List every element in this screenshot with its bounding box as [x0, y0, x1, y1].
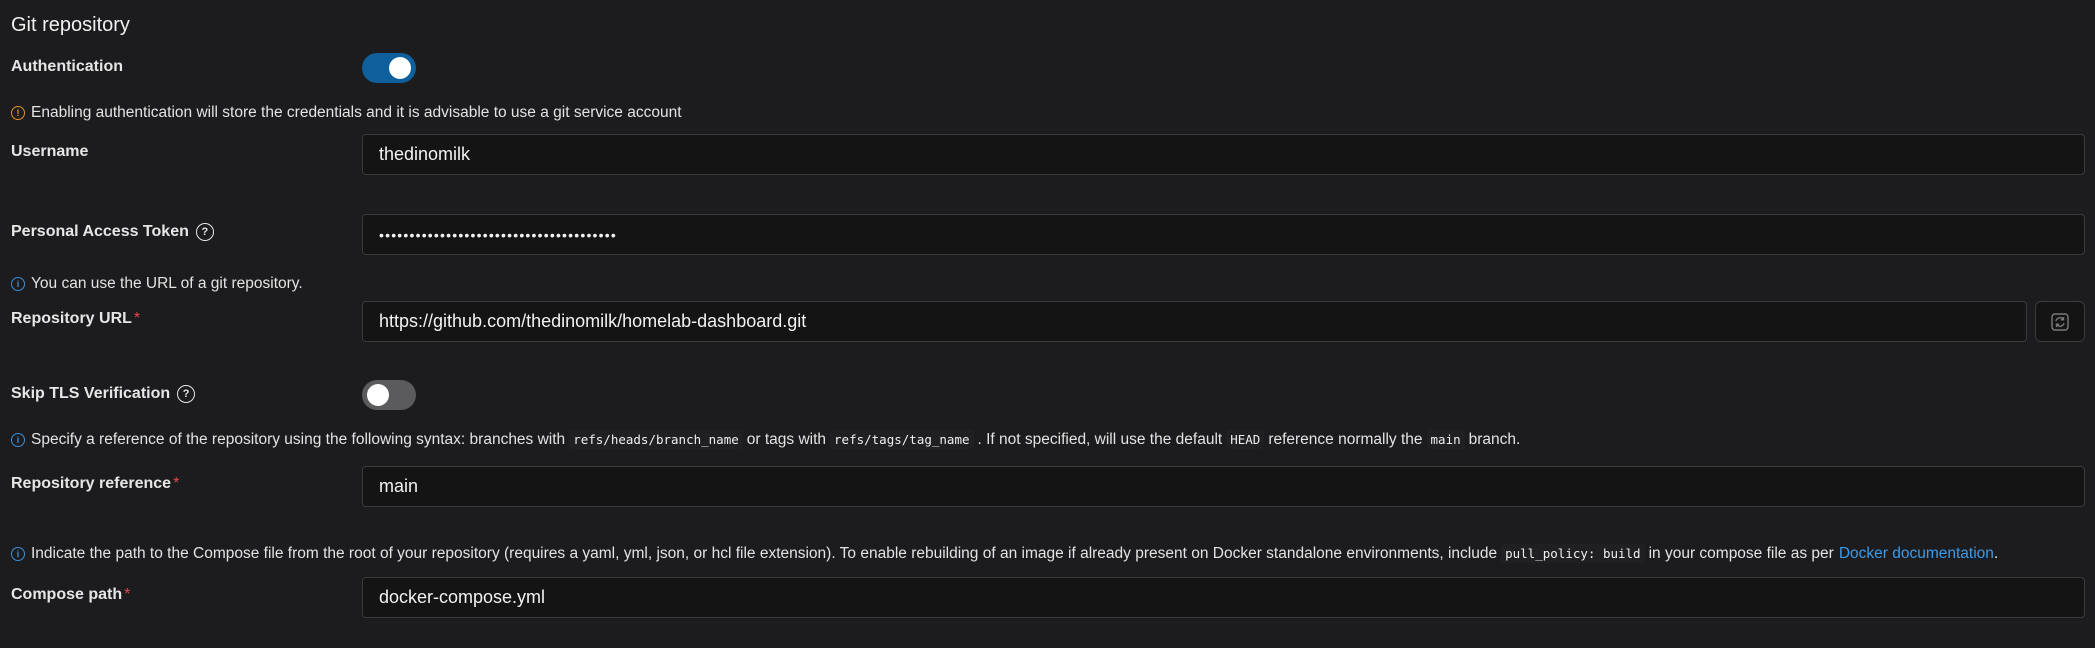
help-icon[interactable]: ? — [177, 385, 196, 403]
username-value: thedinomilk — [379, 144, 471, 164]
repository-url-hint: i You can use the URL of a git repositor… — [11, 275, 303, 293]
compose-hint-code1: pull_policy: build — [1501, 544, 1645, 563]
repository-reference-label: Repository reference * — [11, 475, 179, 493]
reference-hint: i Specify a reference of the repository … — [11, 430, 1520, 449]
skip-tls-label: Skip TLS Verification ? — [11, 385, 196, 403]
repository-url-label-text: Repository URL — [11, 310, 132, 327]
info-icon: i — [11, 432, 25, 447]
repository-url-input[interactable]: https://github.com/thedinomilk/homelab-d… — [362, 301, 2027, 342]
reference-hint-part1: Specify a reference of the repository us… — [31, 430, 566, 448]
compose-hint: i Indicate the path to the Compose file … — [11, 544, 1998, 563]
section-title: Git repository — [11, 14, 130, 36]
required-mark: * — [133, 310, 141, 327]
username-label: Username — [11, 143, 89, 160]
skip-tls-label-text: Skip TLS Verification — [11, 385, 171, 402]
authentication-toggle[interactable] — [362, 53, 416, 83]
authentication-warning: ! Enabling authentication will store the… — [11, 104, 682, 122]
reference-hint-part5: branch. — [1468, 430, 1521, 448]
refresh-button[interactable] — [2035, 301, 2085, 342]
skip-tls-toggle[interactable] — [362, 380, 416, 410]
repository-url-value: https://github.com/thedinomilk/homelab-d… — [379, 311, 807, 331]
reference-hint-code2: refs/tags/tag_name — [830, 430, 974, 449]
toggle-knob — [367, 384, 389, 406]
reference-hint-part3: . If not specified, will use the default — [977, 430, 1223, 448]
repository-reference-label-text: Repository reference — [11, 475, 172, 492]
toggle-knob — [389, 57, 411, 79]
token-value: ••••••••••••••••••••••••••••••••••••••• — [379, 226, 617, 243]
token-input[interactable]: ••••••••••••••••••••••••••••••••••••••• — [362, 214, 2085, 255]
help-icon[interactable]: ? — [195, 223, 214, 241]
reference-hint-part4: reference normally the — [1268, 430, 1423, 448]
authentication-warning-text: Enabling authentication will store the c… — [31, 104, 682, 121]
warning-icon: ! — [11, 106, 25, 120]
repository-reference-value: main — [379, 476, 419, 496]
compose-hint-part3: . — [1993, 544, 1999, 562]
compose-path-input[interactable]: docker-compose.yml — [362, 577, 2085, 618]
git-repository-section: Git repository Authentication ! Enabling… — [0, 0, 2095, 648]
repository-url-hint-text: You can use the URL of a git repository. — [31, 275, 303, 292]
compose-hint-part1: Indicate the path to the Compose file fr… — [31, 544, 1498, 562]
compose-hint-part2: in your compose file as per — [1648, 544, 1834, 562]
username-input[interactable]: thedinomilk — [362, 134, 2085, 175]
reference-hint-code3: HEAD — [1226, 430, 1265, 449]
docker-documentation-link[interactable]: Docker documentation — [1839, 545, 1994, 563]
authentication-label: Authentication — [11, 58, 123, 75]
compose-path-value: docker-compose.yml — [379, 587, 546, 607]
info-icon: i — [11, 277, 25, 291]
repository-reference-input[interactable]: main — [362, 466, 2085, 507]
reference-hint-code1: refs/heads/branch_name — [569, 430, 743, 449]
compose-path-label: Compose path * — [11, 586, 130, 604]
reference-hint-code4: main — [1426, 430, 1465, 449]
info-icon: i — [11, 546, 25, 561]
token-label: Personal Access Token ? — [11, 223, 214, 241]
compose-path-label-text: Compose path — [11, 586, 123, 603]
reference-hint-part2: or tags with — [746, 430, 827, 448]
required-mark: * — [124, 586, 131, 603]
required-mark: * — [173, 475, 180, 492]
refresh-icon — [2051, 312, 2069, 331]
token-label-text: Personal Access Token — [11, 223, 189, 240]
repository-url-label: Repository URL * — [11, 310, 140, 328]
